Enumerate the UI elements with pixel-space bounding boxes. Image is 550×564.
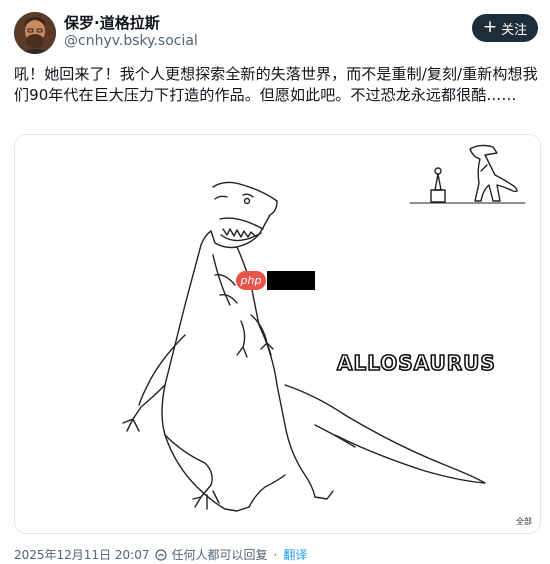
post-timestamp[interactable]: 2025年12月11日 20:07 xyxy=(14,546,149,563)
all-label: 全部 xyxy=(516,517,532,526)
post-text: 吼！她回来了！我个人更想探索全新的失落世界，而不是重制/复刻/重新构想我们90年… xyxy=(14,65,538,104)
allosaurus-drawing xyxy=(122,181,486,512)
follow-button-label: 关注 xyxy=(501,22,528,38)
avatar-portrait xyxy=(14,12,56,54)
dinosaur-sketch: ALLOSAURUS xyxy=(122,144,526,512)
avatar[interactable] xyxy=(14,12,56,54)
post-footer: 2025年12月11日 20:07 任何人都可以回复 · 翻译 xyxy=(14,546,307,563)
follow-button[interactable]: + 关注 xyxy=(472,14,538,42)
small-dinosaur xyxy=(469,144,518,202)
plus-icon: + xyxy=(482,17,498,37)
separator-dot: · xyxy=(273,547,278,562)
author-display-name[interactable]: 保罗·道格拉斯 xyxy=(64,12,160,33)
translate-link[interactable]: 翻译 xyxy=(283,546,307,563)
redaction-block xyxy=(267,271,315,290)
watermark-badge: php xyxy=(236,271,266,290)
reply-setting-text: 任何人都可以回复 xyxy=(171,548,268,562)
small-figure xyxy=(430,167,446,203)
reply-setting-icon xyxy=(155,548,168,561)
allosaurus-title: ALLOSAURUS xyxy=(337,351,496,375)
post-image[interactable]: ALLOSAURUS 全部 xyxy=(14,134,541,534)
author-handle[interactable]: @cnhyv.bsky.social xyxy=(64,33,198,49)
